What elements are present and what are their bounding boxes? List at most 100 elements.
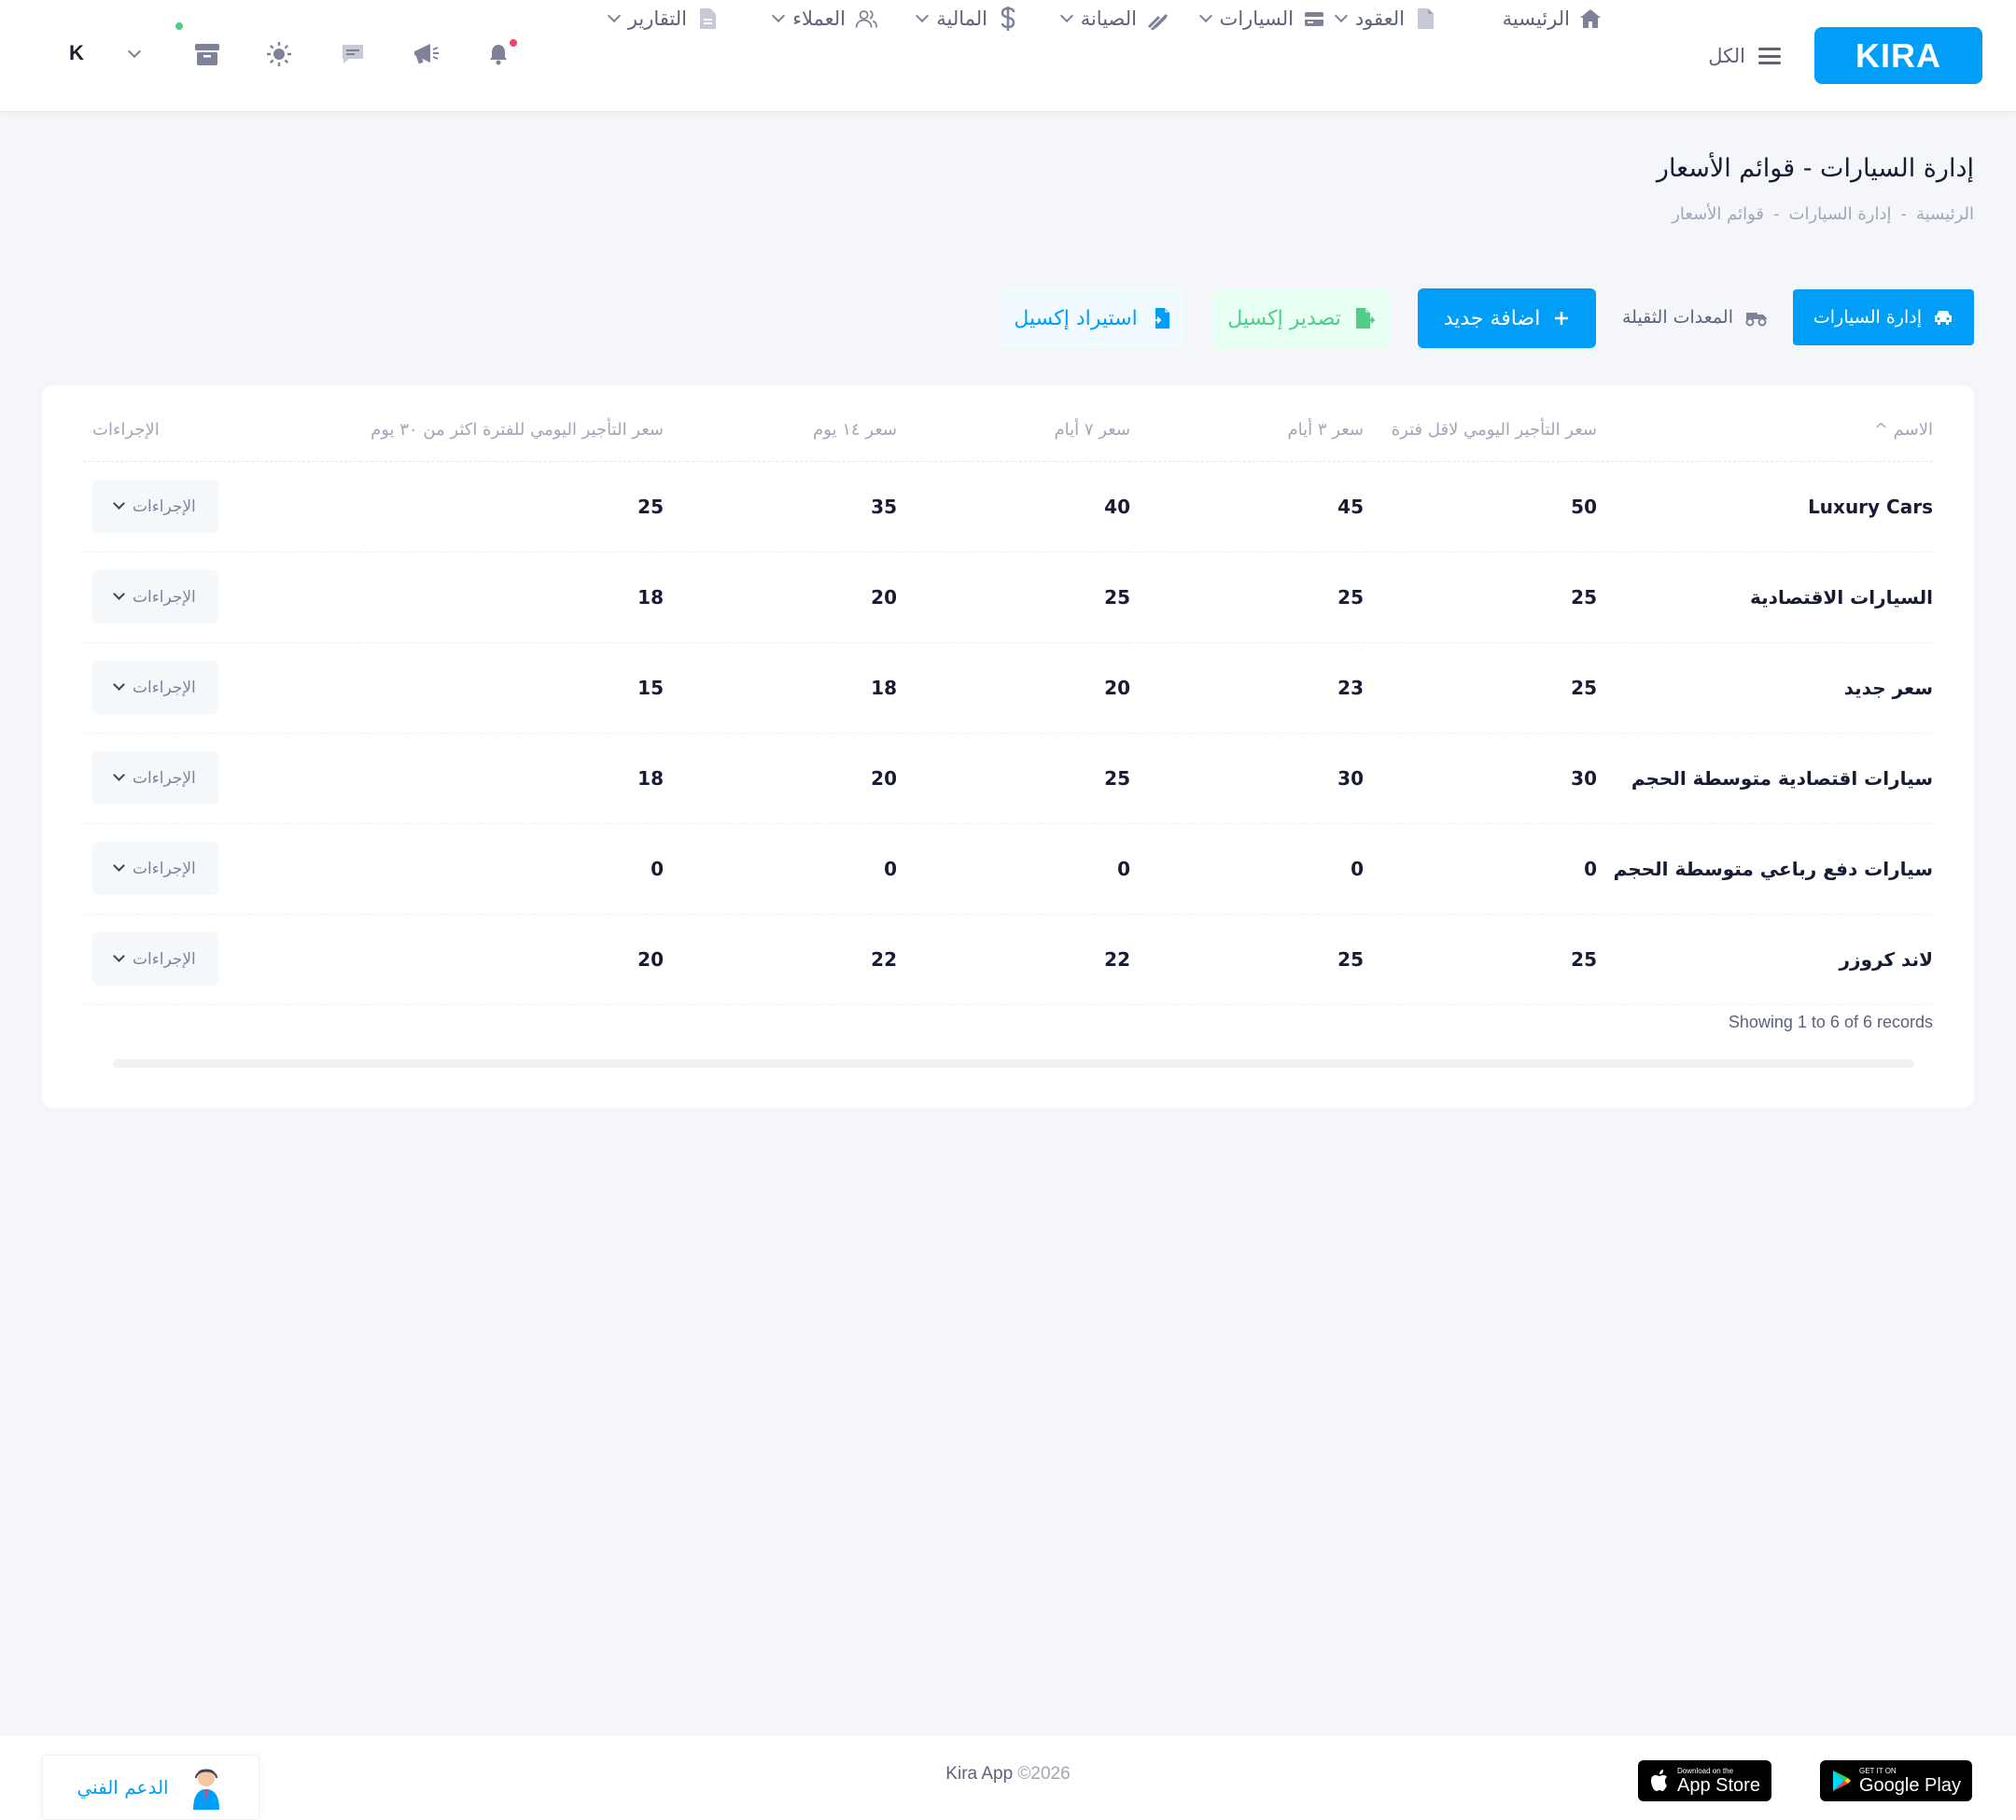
support-label: الدعم الفني <box>77 1776 169 1799</box>
cell-actions: الإجراءات <box>83 823 362 915</box>
cell-name: سيارات دفع رباعي متوسطة الحجم <box>1597 823 1933 915</box>
notification-dot <box>510 39 517 47</box>
cell-actions: الإجراءات <box>83 642 362 734</box>
chevron-down-icon <box>113 588 125 600</box>
cell-name: سيارات اقتصادية متوسطة الحجم <box>1597 733 1933 824</box>
chevron-down-icon <box>113 679 125 691</box>
cell-7-days: 25 <box>897 552 1130 643</box>
cell-actions: الإجراءات <box>83 552 362 643</box>
breadcrumb-home[interactable]: الرئيسية <box>1916 204 1974 224</box>
breadcrumb-cars[interactable]: إدارة السيارات <box>1789 204 1892 224</box>
actions-dropdown-button[interactable]: الإجراءات <box>92 480 218 533</box>
cell-name: سعر جديد <box>1597 642 1933 734</box>
export-excel-button[interactable]: تصدير إكسيل <box>1212 288 1390 348</box>
apps-button[interactable] <box>175 22 224 71</box>
cell-3-days: 30 <box>1130 733 1364 824</box>
cell-3-days: 25 <box>1130 914 1364 1005</box>
cell-3-days: 0 <box>1130 823 1364 915</box>
actions-dropdown-button[interactable]: الإجراءات <box>92 661 218 714</box>
online-status-dot <box>175 22 183 30</box>
appstore-badge[interactable]: Download on the App Store <box>1638 1760 1771 1801</box>
kira-logo[interactable]: KIRA <box>1814 27 1982 84</box>
nav-cars[interactable]: السيارات <box>1198 0 1325 37</box>
cell-30-days: 25 <box>361 461 664 553</box>
chevron-down-icon <box>113 950 125 962</box>
column-header-7-days[interactable]: سعر ٧ أيام <box>897 399 1130 462</box>
all-menu-toggle[interactable]: الكل <box>1708 37 1781 75</box>
horizontal-scrollbar[interactable] <box>113 1059 1914 1068</box>
column-header-30-days[interactable]: سعر التأجير اليومي للفترة اكثر من ٣٠ يوم <box>361 399 664 462</box>
nav-finance[interactable]: المالية <box>916 0 1019 37</box>
page-title: إدارة السيارات - قوائم الأسعار <box>1656 154 1974 183</box>
nav-reports[interactable]: التقارير <box>607 0 719 37</box>
all-menu-label: الكل <box>1708 45 1745 67</box>
chevron-down-icon <box>1198 8 1212 23</box>
column-header-14-days[interactable]: سعر ١٤ يوم <box>664 399 897 462</box>
actions-dropdown-button[interactable]: الإجراءات <box>92 570 218 623</box>
column-header-actions: الإجراءات <box>83 399 362 462</box>
chevron-down-icon <box>113 769 125 781</box>
actions-dropdown-button[interactable]: الإجراءات <box>92 751 218 805</box>
breadcrumb-separator: - <box>1900 204 1908 224</box>
column-header-3-days[interactable]: سعر ٣ أيام <box>1130 399 1364 462</box>
cell-name: Luxury Cars <box>1597 461 1933 553</box>
actions-dropdown-button[interactable]: الإجراءات <box>92 842 218 895</box>
table-header-row: الاسم ^ سعر التأجير اليومي لاقل فترة سعر… <box>83 399 1933 462</box>
chevron-down-icon <box>607 8 621 23</box>
nav-home[interactable]: الرئيسية <box>1503 0 1602 37</box>
users-icon <box>855 7 877 30</box>
cell-3-days: 45 <box>1130 461 1364 553</box>
cell-14-days: 20 <box>664 733 897 824</box>
theme-toggle-button[interactable] <box>262 37 296 71</box>
cell-14-days: 22 <box>664 914 897 1005</box>
table-row: السيارات الاقتصادية 25 25 25 20 18 الإجر… <box>83 552 1933 643</box>
import-excel-button[interactable]: استيراد إكسيل <box>1001 288 1184 348</box>
chevron-down-icon <box>1059 8 1073 23</box>
cell-30-days: 15 <box>361 642 664 734</box>
messages-button[interactable] <box>336 37 370 71</box>
cell-min-daily: 50 <box>1364 461 1597 553</box>
cell-7-days: 40 <box>897 461 1130 553</box>
cell-7-days: 25 <box>897 733 1130 824</box>
cell-name: السيارات الاقتصادية <box>1597 552 1933 643</box>
box-icon <box>195 44 219 65</box>
cell-7-days: 22 <box>897 914 1130 1005</box>
top-navbar: KIRA الكل الرئيسية العقود السيارات الصيا… <box>0 0 2016 112</box>
wrench-icon <box>1146 7 1169 30</box>
column-header-min-daily[interactable]: سعر التأجير اليومي لاقل فترة <box>1364 399 1597 462</box>
cell-7-days: 0 <box>897 823 1130 915</box>
footer-app-name[interactable]: Kira App <box>945 1764 1013 1784</box>
car-card-icon <box>1303 7 1325 30</box>
cell-min-daily: 30 <box>1364 733 1597 824</box>
add-new-button[interactable]: اضافة جديد <box>1418 288 1596 348</box>
report-icon <box>696 7 719 30</box>
nav-customers[interactable]: العملاء <box>772 0 877 37</box>
price-list-card: الاسم ^ سعر التأجير اليومي لاقل فترة سعر… <box>42 385 1974 1108</box>
cell-30-days: 18 <box>361 552 664 643</box>
chevron-down-icon <box>113 497 125 510</box>
hamburger-icon <box>1758 48 1781 64</box>
user-menu-toggle[interactable] <box>118 37 151 71</box>
footer-year: ©2026 <box>1017 1764 1071 1784</box>
announcements-button[interactable] <box>409 37 442 71</box>
column-header-name[interactable]: الاسم ^ <box>1597 399 1933 462</box>
tab-cars-management[interactable]: إدارة السيارات <box>1792 289 1974 345</box>
chevron-down-icon <box>772 8 786 23</box>
chevron-down-icon <box>127 44 142 59</box>
cell-14-days: 18 <box>664 642 897 734</box>
chevron-down-icon <box>916 8 930 23</box>
tab-heavy-equipment[interactable]: المعدات الثقيلة <box>1602 289 1789 345</box>
cell-min-daily: 25 <box>1364 642 1597 734</box>
user-avatar[interactable]: K <box>69 41 84 65</box>
cell-14-days: 0 <box>664 823 897 915</box>
actions-dropdown-button[interactable]: الإجراءات <box>92 932 218 986</box>
cell-30-days: 0 <box>361 823 664 915</box>
nav-maintenance[interactable]: الصيانة <box>1059 0 1169 37</box>
google-play-badge[interactable]: GET IT ON Google Play <box>1820 1760 1972 1801</box>
nav-contracts[interactable]: العقود <box>1334 0 1436 37</box>
megaphone-icon <box>414 44 439 64</box>
technical-support-button[interactable]: الدعم الفني <box>42 1755 259 1820</box>
cell-3-days: 23 <box>1130 642 1364 734</box>
table-row: Luxury Cars 50 45 40 35 25 الإجراءات <box>83 461 1933 553</box>
notifications-button[interactable] <box>482 37 517 71</box>
